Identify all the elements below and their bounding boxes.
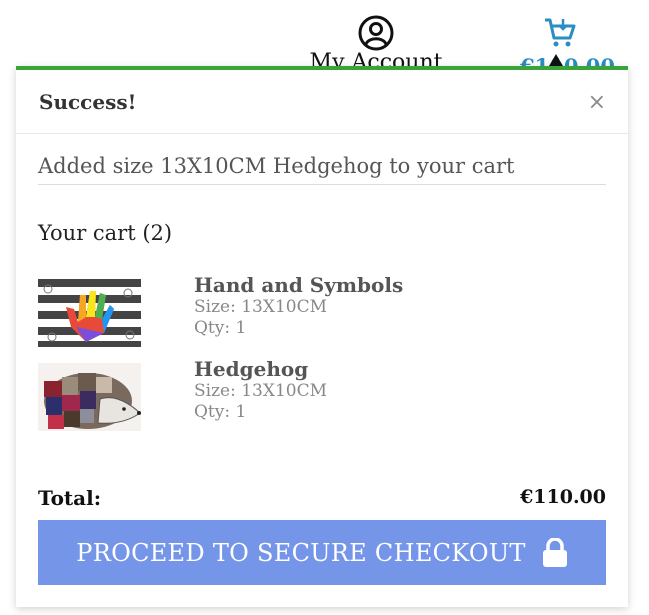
cart-items: Hand and Symbols Size: 13X10CM Qty: 1 He… (38, 273, 606, 433)
cart-item-qty: Qty: 1 (194, 318, 247, 338)
cart-item-name: Hedgehog (194, 357, 309, 381)
checkout-button-label: PROCEED TO SECURE CHECKOUT (76, 538, 526, 567)
toast-title: Success! (39, 90, 137, 114)
total-label: Total: (38, 486, 102, 510)
cart-item-size: Size: 13X10CM (194, 297, 328, 317)
toast-body: Added size 13X10CM Hedgehog to your cart… (16, 134, 628, 585)
cart-item-info: Hedgehog Size: 13X10CM Qty: 1 (194, 357, 327, 423)
total-value: €110.00 (520, 486, 606, 508)
my-account-link[interactable]: My Account (306, 14, 446, 75)
cart-item-info: Hand and Symbols Size: 13X10CM Qty: 1 (194, 273, 403, 339)
toast-header: Success! × (16, 70, 628, 134)
list-item[interactable]: Hand and Symbols Size: 13X10CM Qty: 1 (38, 273, 606, 349)
hedgehog-thumbnail[interactable] (38, 363, 141, 431)
lock-icon (542, 537, 567, 567)
close-icon[interactable]: × (588, 92, 606, 114)
cart-download-icon (545, 18, 576, 47)
cart-heading: Your cart (2) (38, 221, 173, 245)
cart-toast: Success! × Added size 13X10CM Hedgehog t… (16, 66, 628, 607)
list-item[interactable]: Hedgehog Size: 13X10CM Qty: 1 (38, 357, 606, 433)
cart-item-qty: Qty: 1 (194, 402, 247, 422)
header-cart-link[interactable]: €110.00 (520, 16, 615, 79)
cart-total-row: Total: €110.00 (38, 486, 606, 510)
proceed-to-checkout-button[interactable]: PROCEED TO SECURE CHECKOUT (38, 520, 606, 585)
hand-and-symbols-thumbnail[interactable] (38, 279, 141, 347)
cart-item-name: Hand and Symbols (194, 273, 404, 297)
user-circle-icon (358, 15, 394, 51)
toast-pointer (549, 54, 563, 66)
cart-item-size: Size: 13X10CM (194, 381, 328, 401)
toast-message: Added size 13X10CM Hedgehog to your cart (38, 134, 606, 185)
